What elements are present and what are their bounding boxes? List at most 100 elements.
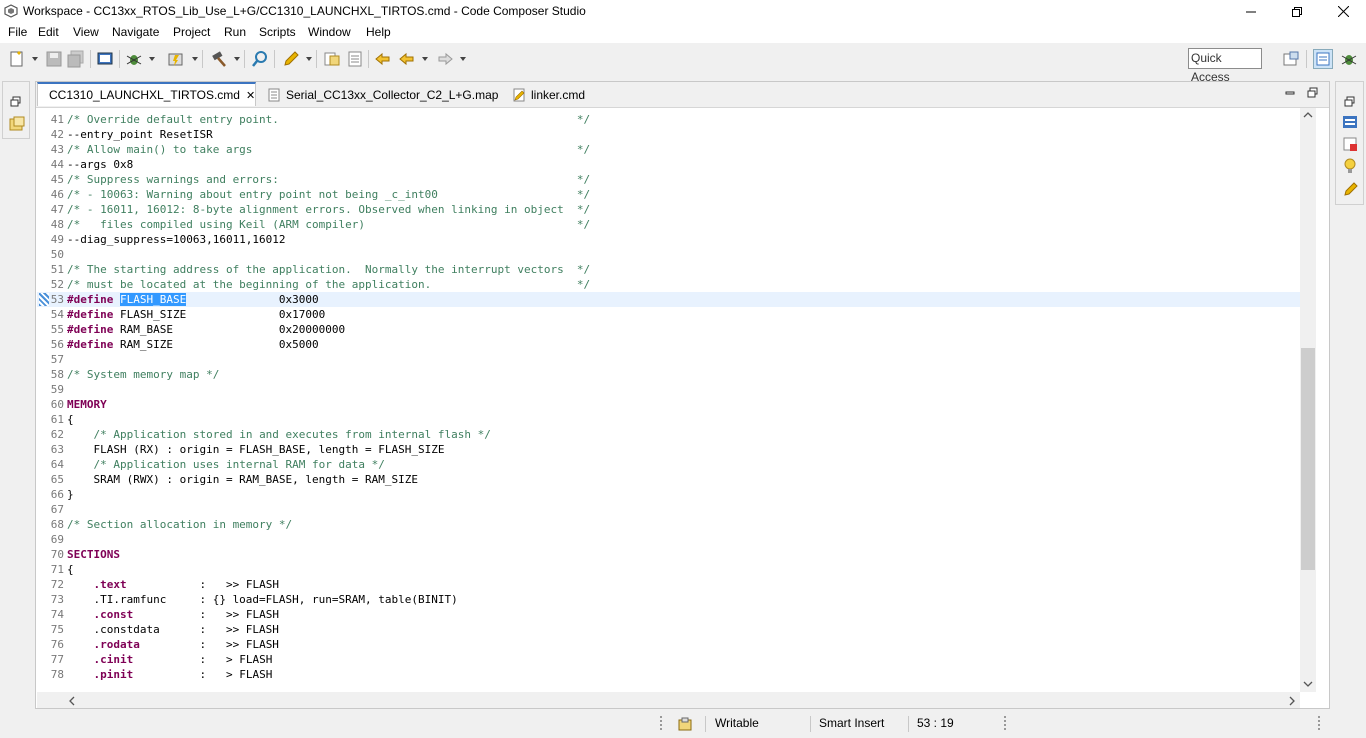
restore-view-icon[interactable] xyxy=(1344,96,1356,108)
code-line[interactable]: 61{ xyxy=(37,412,1300,427)
scroll-left-icon[interactable] xyxy=(69,696,75,706)
code-line[interactable]: 41/* Override default entry point. */ xyxy=(37,112,1300,127)
pencil-edit-icon[interactable] xyxy=(282,50,300,68)
debug-icon[interactable] xyxy=(125,50,143,68)
menu-scripts[interactable]: Scripts xyxy=(259,25,296,39)
menu-run[interactable]: Run xyxy=(224,25,246,39)
save-icon[interactable] xyxy=(45,50,63,68)
menu-file[interactable]: File xyxy=(8,25,27,39)
vertical-scroll-thumb[interactable] xyxy=(1301,348,1315,570)
code-line[interactable]: 54 #define FLASH_SIZE 0x17000 xyxy=(37,307,1300,322)
line-number: 61 xyxy=(50,413,64,426)
line-number: 59 xyxy=(50,383,64,396)
code-line[interactable]: 65 SRAM (RWX) : origin = RAM_BASE, lengt… xyxy=(37,472,1300,487)
open-perspective-icon[interactable] xyxy=(1282,50,1300,68)
scroll-down-icon[interactable] xyxy=(1303,681,1313,687)
code-line[interactable]: 69 xyxy=(37,532,1300,547)
restore-view-icon[interactable] xyxy=(10,96,22,108)
close-window-button[interactable] xyxy=(1320,0,1366,23)
code-line[interactable]: 66} xyxy=(37,487,1300,502)
new-file-dropdown[interactable] xyxy=(32,57,38,61)
flash-icon[interactable] xyxy=(167,50,185,68)
forward-dropdown[interactable] xyxy=(460,57,466,61)
code-line[interactable]: 67 xyxy=(37,502,1300,517)
menu-view[interactable]: View xyxy=(73,25,99,39)
menu-window[interactable]: Window xyxy=(308,25,351,39)
code-line[interactable]: 49 --diag_suppress=10063,16011,16012 xyxy=(37,232,1300,247)
tab-cc1310-launchxl-tirtos-cmd[interactable]: CC1310_LAUNCHXL_TIRTOS.cmd ✕ xyxy=(37,82,256,106)
toolbar-separator xyxy=(316,50,317,68)
code-line[interactable]: 48/* files compiled using Keil (ARM comp… xyxy=(37,217,1300,232)
code-line[interactable]: 46/* - 10063: Warning about entry point … xyxy=(37,187,1300,202)
menu-navigate[interactable]: Navigate xyxy=(112,25,159,39)
tab-serial-collector-map[interactable]: Serial_CC13xx_Collector_C2_L+G.map xyxy=(263,82,498,107)
outline-icon[interactable] xyxy=(1342,114,1358,130)
code-line[interactable]: 42 --entry_point ResetISR xyxy=(37,127,1300,142)
clipboard-icon[interactable] xyxy=(677,716,693,732)
project-explorer-icon[interactable] xyxy=(9,116,25,132)
code-line[interactable]: 78 .pinit : > FLASH xyxy=(37,667,1300,682)
build-dropdown[interactable] xyxy=(234,57,240,61)
code-line[interactable]: 70 SECTIONS xyxy=(37,547,1300,562)
menu-edit[interactable]: Edit xyxy=(38,25,59,39)
code-line[interactable]: 53 #define FLASH_BASE 0x3000 xyxy=(37,292,1300,307)
problems-icon[interactable] xyxy=(1342,136,1358,152)
code-line[interactable]: 68/* Section allocation in memory */ xyxy=(37,517,1300,532)
code-line[interactable]: 71{ xyxy=(37,562,1300,577)
save-all-icon[interactable] xyxy=(67,50,85,68)
scroll-right-icon[interactable] xyxy=(1289,696,1295,706)
debug-dropdown[interactable] xyxy=(149,57,155,61)
code-line[interactable]: 51/* The starting address of the applica… xyxy=(37,262,1300,277)
code-line[interactable]: 43/* Allow main() to take args */ xyxy=(37,142,1300,157)
menu-project[interactable]: Project xyxy=(173,25,210,39)
forward-arrow-icon[interactable] xyxy=(436,50,454,68)
open-type-icon[interactable] xyxy=(323,50,341,68)
restore-button[interactable] xyxy=(1274,0,1320,23)
tab-close-icon[interactable]: ✕ xyxy=(246,89,255,102)
code-line[interactable]: 72 .text : >> FLASH xyxy=(37,577,1300,592)
console-icon[interactable] xyxy=(96,50,114,68)
code-line[interactable]: 45/* Suppress warnings and errors: */ xyxy=(37,172,1300,187)
code-line[interactable]: 74 .const : >> FLASH xyxy=(37,607,1300,622)
code-line[interactable]: 77 .cinit : > FLASH xyxy=(37,652,1300,667)
code-line[interactable]: 59 xyxy=(37,382,1300,397)
minimize-editor-icon[interactable] xyxy=(1285,88,1295,98)
ccs-edit-perspective-icon[interactable] xyxy=(1313,49,1333,69)
back-dropdown[interactable] xyxy=(422,57,428,61)
code-line[interactable]: 73 .TI.ramfunc : {} load=FLASH, run=SRAM… xyxy=(37,592,1300,607)
code-line[interactable]: 47/* - 16011, 16012: 8-byte alignment er… xyxy=(37,202,1300,217)
quick-access-input[interactable]: Quick Access xyxy=(1188,48,1262,84)
code-line[interactable]: 76 .rodata : >> FLASH xyxy=(37,637,1300,652)
back-arrow-icon[interactable] xyxy=(398,50,416,68)
code-line[interactable]: 60 MEMORY xyxy=(37,397,1300,412)
code-line[interactable]: 57 xyxy=(37,352,1300,367)
pin-editor-icon[interactable] xyxy=(1342,180,1358,196)
debug-perspective-icon[interactable] xyxy=(1340,50,1358,68)
code-line[interactable]: 64 /* Application uses internal RAM for … xyxy=(37,457,1300,472)
horizontal-scrollbar[interactable] xyxy=(37,692,1300,708)
maximize-editor-icon[interactable] xyxy=(1307,87,1318,98)
code-line[interactable]: 55 #define RAM_BASE 0x20000000 xyxy=(37,322,1300,337)
last-edit-location-icon[interactable] xyxy=(374,50,392,68)
scroll-up-icon[interactable] xyxy=(1303,112,1313,118)
code-line[interactable]: 62 /* Application stored in and executes… xyxy=(37,427,1300,442)
code-line[interactable]: 56 #define RAM_SIZE 0x5000 xyxy=(37,337,1300,352)
code-line[interactable]: 44 --args 0x8 xyxy=(37,157,1300,172)
code-line[interactable]: 50 xyxy=(37,247,1300,262)
code-line[interactable]: 75 .constdata : >> FLASH xyxy=(37,622,1300,637)
minimize-button[interactable] xyxy=(1228,0,1274,23)
tab-linker-cmd[interactable]: linker.cmd xyxy=(510,82,585,107)
menu-help[interactable]: Help xyxy=(366,25,391,39)
flash-dropdown[interactable] xyxy=(192,57,198,61)
edit-dropdown[interactable] xyxy=(306,57,312,61)
code-line[interactable]: 52/* must be located at the beginning of… xyxy=(37,277,1300,292)
new-file-icon[interactable] xyxy=(8,50,26,68)
code-line[interactable]: 63 FLASH (RX) : origin = FLASH_BASE, len… xyxy=(37,442,1300,457)
lightbulb-icon[interactable] xyxy=(1342,158,1358,174)
search-icon[interactable] xyxy=(251,50,269,68)
build-hammer-icon[interactable] xyxy=(210,50,228,68)
vertical-scrollbar[interactable] xyxy=(1300,108,1316,692)
code-line[interactable]: 58/* System memory map */ xyxy=(37,367,1300,382)
code-editor[interactable]: 4041/* Override default entry point. */4… xyxy=(37,108,1300,692)
show-whitespace-icon[interactable] xyxy=(346,50,364,68)
